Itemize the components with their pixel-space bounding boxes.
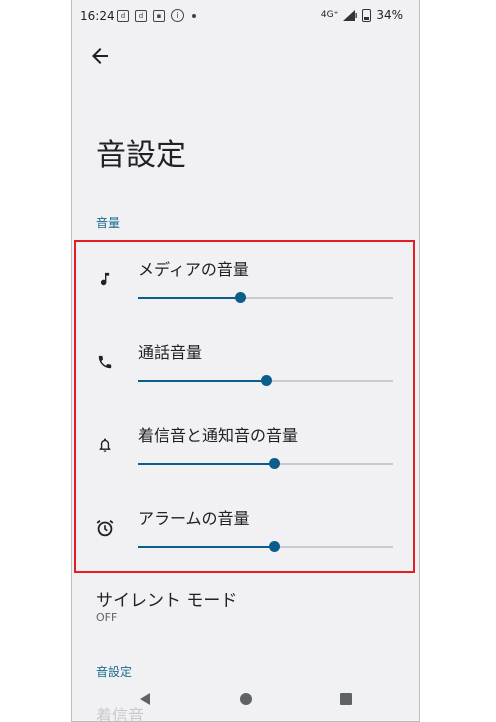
signal-icon [343, 9, 358, 21]
silent-mode-title[interactable]: サイレント モード [96, 586, 237, 611]
nav-recents-button[interactable] [339, 691, 353, 710]
docomo-mail-icon: d [135, 9, 147, 22]
triangle-back-icon [140, 693, 150, 705]
nav-home-button[interactable] [239, 691, 253, 710]
page-title: 音設定 [96, 138, 186, 173]
arrow-back-icon [92, 48, 108, 64]
highlight-frame [74, 240, 415, 573]
circle-home-icon [240, 693, 252, 705]
network-type: 4G⁺ [320, 10, 339, 20]
battery-icon [362, 8, 372, 22]
notification-icons: d d ▪ i [117, 9, 196, 22]
square-recents-icon [340, 693, 352, 705]
photo-notification-icon: ▪ [153, 9, 165, 22]
battery-percent: 34% [376, 8, 403, 22]
more-notifications-icon [192, 13, 196, 18]
silent-mode-value: OFF [96, 611, 118, 624]
status-bar: 16:24 d d ▪ i 4G⁺ 34% [72, 0, 419, 30]
volume-section-header: 音量 [96, 216, 121, 230]
nav-back-button[interactable] [138, 691, 152, 710]
status-time: 16:24 [80, 9, 115, 23]
status-indicators: 4G⁺ 34% [321, 8, 403, 22]
info-icon: i [171, 9, 184, 22]
back-button[interactable] [88, 44, 112, 68]
navigation-bar [72, 676, 419, 721]
docomo-notification-icon: d [117, 9, 129, 22]
